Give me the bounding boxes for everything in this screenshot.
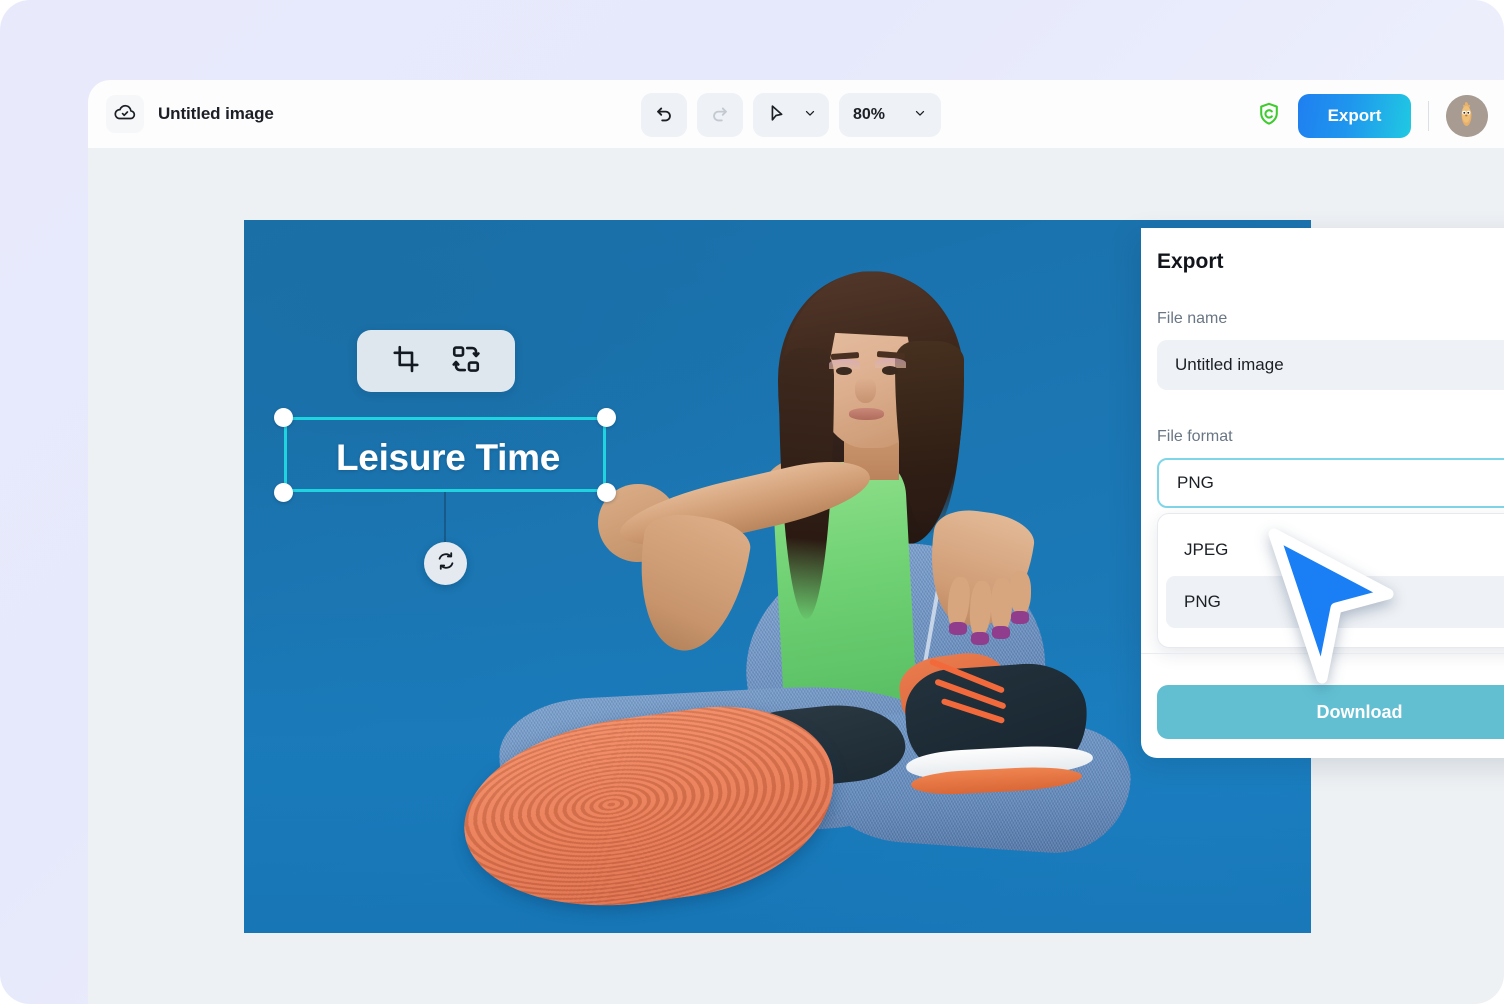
download-button[interactable]: Download bbox=[1157, 685, 1504, 739]
resize-handle-top-right[interactable] bbox=[597, 408, 616, 427]
chevron-down-icon bbox=[803, 106, 817, 125]
cloud-save-button[interactable] bbox=[106, 95, 144, 133]
canvas-text-value[interactable]: Leisure Time bbox=[287, 420, 609, 495]
toolbar-divider bbox=[1428, 101, 1429, 131]
selection-bounding-box[interactable]: Leisure Time bbox=[284, 417, 606, 492]
replace-swap-icon bbox=[451, 344, 481, 379]
text-element-selection: Leisure Time bbox=[274, 330, 616, 630]
redo-button[interactable] bbox=[697, 93, 743, 137]
file-format-dropdown: JPEG PNG bbox=[1157, 513, 1504, 648]
export-button[interactable]: Export bbox=[1298, 94, 1411, 138]
cursor-arrow-icon bbox=[767, 103, 787, 128]
toolbar-center-group: 80% bbox=[641, 93, 941, 137]
rotate-icon bbox=[435, 550, 457, 577]
file-format-value: PNG bbox=[1177, 473, 1214, 492]
page-root: Untitled image 80% Export Leisure Time E… bbox=[0, 0, 1504, 1004]
export-panel-title: Export bbox=[1157, 250, 1224, 273]
file-name-input[interactable] bbox=[1157, 340, 1504, 390]
format-option-jpeg[interactable]: JPEG bbox=[1166, 524, 1504, 576]
rotate-handle-stem bbox=[444, 492, 446, 547]
rotate-handle[interactable] bbox=[424, 542, 467, 585]
crop-button[interactable] bbox=[390, 345, 422, 377]
redo-icon bbox=[709, 102, 731, 129]
replace-button[interactable] bbox=[450, 345, 482, 377]
resize-handle-bottom-right[interactable] bbox=[597, 483, 616, 502]
panel-divider bbox=[1141, 653, 1504, 654]
resize-handle-bottom-left[interactable] bbox=[274, 483, 293, 502]
format-option-png[interactable]: PNG bbox=[1166, 576, 1504, 628]
document-title[interactable]: Untitled image bbox=[158, 104, 274, 124]
file-format-label: File format bbox=[1157, 428, 1233, 445]
avatar[interactable] bbox=[1446, 95, 1488, 137]
toolbar-left-group: Untitled image bbox=[88, 95, 274, 133]
export-panel: Export File name File format PNG JPEG PN… bbox=[1141, 228, 1504, 758]
element-context-toolbar bbox=[357, 330, 515, 392]
file-format-select[interactable]: PNG bbox=[1157, 458, 1504, 508]
shield-badge-button[interactable] bbox=[1256, 101, 1282, 132]
resize-handle-top-left[interactable] bbox=[274, 408, 293, 427]
app-window: Untitled image 80% Export Leisure Time E… bbox=[88, 80, 1504, 1004]
chevron-down-icon bbox=[913, 106, 927, 125]
toolbar-right-group: Export bbox=[1256, 94, 1488, 138]
shield-c-icon bbox=[1256, 101, 1282, 132]
undo-icon bbox=[653, 102, 675, 129]
zoom-level-selector[interactable]: 80% bbox=[839, 93, 941, 137]
cloud-check-icon bbox=[113, 100, 137, 129]
format-option-label: JPEG bbox=[1184, 540, 1229, 559]
undo-button[interactable] bbox=[641, 93, 687, 137]
select-tool-button[interactable] bbox=[753, 93, 829, 137]
zoom-level-value: 80% bbox=[853, 106, 886, 123]
top-toolbar: Untitled image 80% Export bbox=[88, 80, 1504, 148]
file-name-label: File name bbox=[1157, 310, 1228, 327]
format-option-label: PNG bbox=[1184, 592, 1221, 611]
crop-icon bbox=[391, 344, 421, 379]
